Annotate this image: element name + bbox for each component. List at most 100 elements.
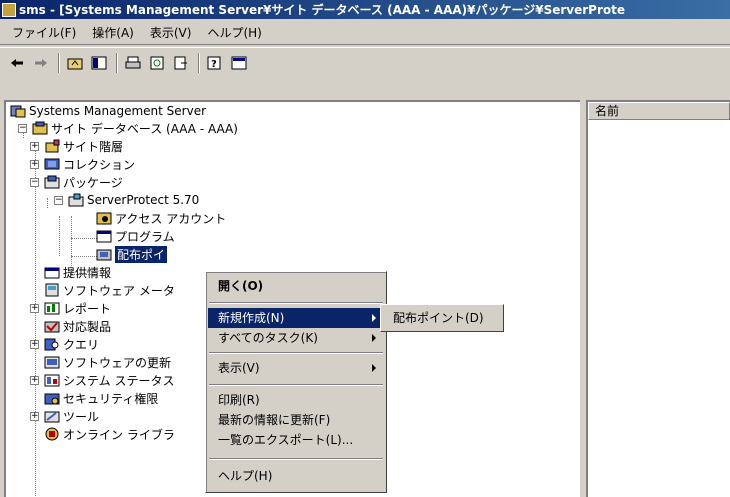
sms-app-icon: [2, 2, 16, 17]
tree-label: ServerProtect 5.70: [87, 193, 200, 207]
tree-node-online-library[interactable]: オンライン ライブラ: [44, 425, 175, 443]
collapse-icon[interactable]: −: [54, 196, 63, 205]
export-list-icon[interactable]: [170, 52, 192, 74]
tree-label: セキュリティ権限: [63, 391, 159, 406]
tree-node-tools[interactable]: ツール: [44, 407, 99, 425]
software-update-icon: [44, 355, 60, 369]
tree-label: クエリ: [63, 337, 100, 352]
tree-node-advertisement[interactable]: 提供情報: [44, 263, 111, 281]
tree-node-report[interactable]: レポート: [44, 299, 111, 317]
menu-separator: [209, 302, 383, 304]
tree-node-collection[interactable]: コレクション: [44, 155, 135, 173]
sms-root-icon: [10, 104, 26, 118]
program-icon: [96, 229, 112, 243]
tree-label: システム ステータス: [63, 373, 175, 388]
menu-separator: [209, 352, 383, 354]
tree-label: レポート: [63, 301, 112, 316]
menu-item-new-label: 新規作成(N): [218, 311, 285, 325]
collapse-icon[interactable]: −: [30, 178, 39, 187]
submenu-arrow-icon: [372, 364, 376, 372]
menu-view[interactable]: 表示(V): [142, 22, 200, 43]
menu-action[interactable]: 操作(A): [84, 22, 142, 43]
back-arrow-icon[interactable]: [6, 52, 28, 74]
submenu-arrow-icon: [372, 314, 376, 322]
tree-label: ソフトウェア メータ: [63, 283, 175, 298]
tree-label: オンライン ライブラ: [63, 427, 175, 442]
package-item-icon: [68, 193, 84, 207]
site-database-icon: [32, 121, 48, 135]
tree-label: 対応製品: [63, 319, 112, 334]
tools-icon: [44, 409, 60, 423]
system-status-icon: [44, 373, 60, 387]
tree-node-program[interactable]: プログラム: [96, 227, 175, 245]
menu-item-export-list[interactable]: 一覧のエクスポート(L)...: [208, 430, 384, 450]
product-compliance-icon: [44, 319, 60, 333]
menu-item-help[interactable]: ヘルプ(H): [208, 466, 384, 486]
menu-item-refresh[interactable]: 最新の情報に更新(F): [208, 410, 384, 430]
expand-icon[interactable]: +: [30, 142, 39, 151]
tree-node-sms-root[interactable]: Systems Management Server: [10, 102, 206, 120]
tree-label: プログラム: [115, 229, 175, 244]
expand-icon[interactable]: +: [30, 304, 39, 313]
tree-node-serverprotect[interactable]: ServerProtect 5.70: [68, 191, 199, 209]
menu-item-new[interactable]: 新規作成(N): [208, 308, 384, 328]
tree-label: サイト階層: [63, 139, 124, 154]
tree-connector: [35, 144, 36, 497]
properties-icon[interactable]: [228, 52, 250, 74]
package-icon: [44, 175, 60, 189]
tree-label: サイト データベース (AAA - AAA): [51, 121, 238, 136]
collapse-icon[interactable]: −: [18, 124, 27, 133]
menu-item-distribution-point[interactable]: 配布ポイント(D): [383, 308, 501, 328]
toolbar-separator: [198, 52, 200, 73]
tree-node-software-update[interactable]: ソフトウェアの更新: [44, 353, 171, 371]
tree-connector: [71, 238, 97, 239]
tree-node-site-hierarchy[interactable]: サイト階層: [44, 137, 123, 155]
tree-node-distribution-point[interactable]: 配布ポイ: [96, 245, 168, 263]
expand-icon[interactable]: +: [30, 376, 39, 385]
tree-node-security-rights[interactable]: セキュリティ権限: [44, 389, 158, 407]
tree-label: Systems Management Server: [29, 104, 207, 118]
tree-node-system-status[interactable]: システム ステータス: [44, 371, 174, 389]
result-pane[interactable]: 名前: [586, 100, 730, 497]
software-metering-icon: [44, 283, 60, 297]
menu-item-print[interactable]: 印刷(R): [208, 390, 384, 410]
tree-label: ツール: [63, 409, 100, 424]
show-tree-icon[interactable]: [88, 52, 110, 74]
help-icon[interactable]: ?: [204, 52, 226, 74]
expand-icon[interactable]: +: [30, 160, 39, 169]
toolbar-separator: [116, 52, 118, 73]
tree-label-selected: 配布ポイ: [115, 245, 168, 263]
menu-bar: ファイル(F) 操作(A) 表示(V) ヘルプ(H): [0, 21, 730, 45]
title-bar[interactable]: sms - [Systems Management Server¥サイト データ…: [0, 0, 730, 19]
expand-icon[interactable]: +: [30, 412, 39, 421]
advertisement-icon: [44, 265, 60, 279]
menu-item-open[interactable]: 開く(O): [208, 276, 384, 296]
menu-item-view[interactable]: 表示(V): [208, 358, 384, 378]
tree-label: ソフトウェアの更新: [63, 355, 172, 370]
tree-node-access-account[interactable]: アクセス アカウント: [96, 209, 226, 227]
svg-text:?: ?: [211, 59, 217, 70]
menu-item-all-tasks[interactable]: すべてのタスク(K): [208, 328, 384, 348]
menu-separator: [209, 458, 383, 460]
access-account-icon: [96, 211, 112, 225]
tree-connector: [59, 216, 60, 256]
menu-file[interactable]: ファイル(F): [4, 22, 84, 43]
tree-node-software-metering[interactable]: ソフトウェア メータ: [44, 281, 175, 299]
submenu-arrow-icon: [372, 334, 376, 342]
column-header-name[interactable]: 名前: [588, 102, 730, 120]
up-folder-icon[interactable]: [64, 52, 86, 74]
refresh-icon[interactable]: [146, 52, 168, 74]
collection-icon: [44, 157, 60, 171]
new-submenu: 配布ポイント(D): [380, 304, 504, 332]
window-title: sms - [Systems Management Server¥サイト データ…: [19, 3, 626, 17]
forward-arrow-icon[interactable]: [30, 52, 52, 74]
tree-node-site-database[interactable]: サイト データベース (AAA - AAA): [32, 119, 238, 137]
toolbar: ?: [0, 47, 730, 77]
tree-node-query[interactable]: クエリ: [44, 335, 99, 353]
tree-node-package[interactable]: パッケージ: [44, 173, 123, 191]
tree-node-product-compliance[interactable]: 対応製品: [44, 317, 111, 335]
print-icon[interactable]: [122, 52, 144, 74]
menu-help[interactable]: ヘルプ(H): [199, 22, 269, 43]
menu-separator: [209, 384, 383, 386]
expand-icon[interactable]: +: [30, 340, 39, 349]
